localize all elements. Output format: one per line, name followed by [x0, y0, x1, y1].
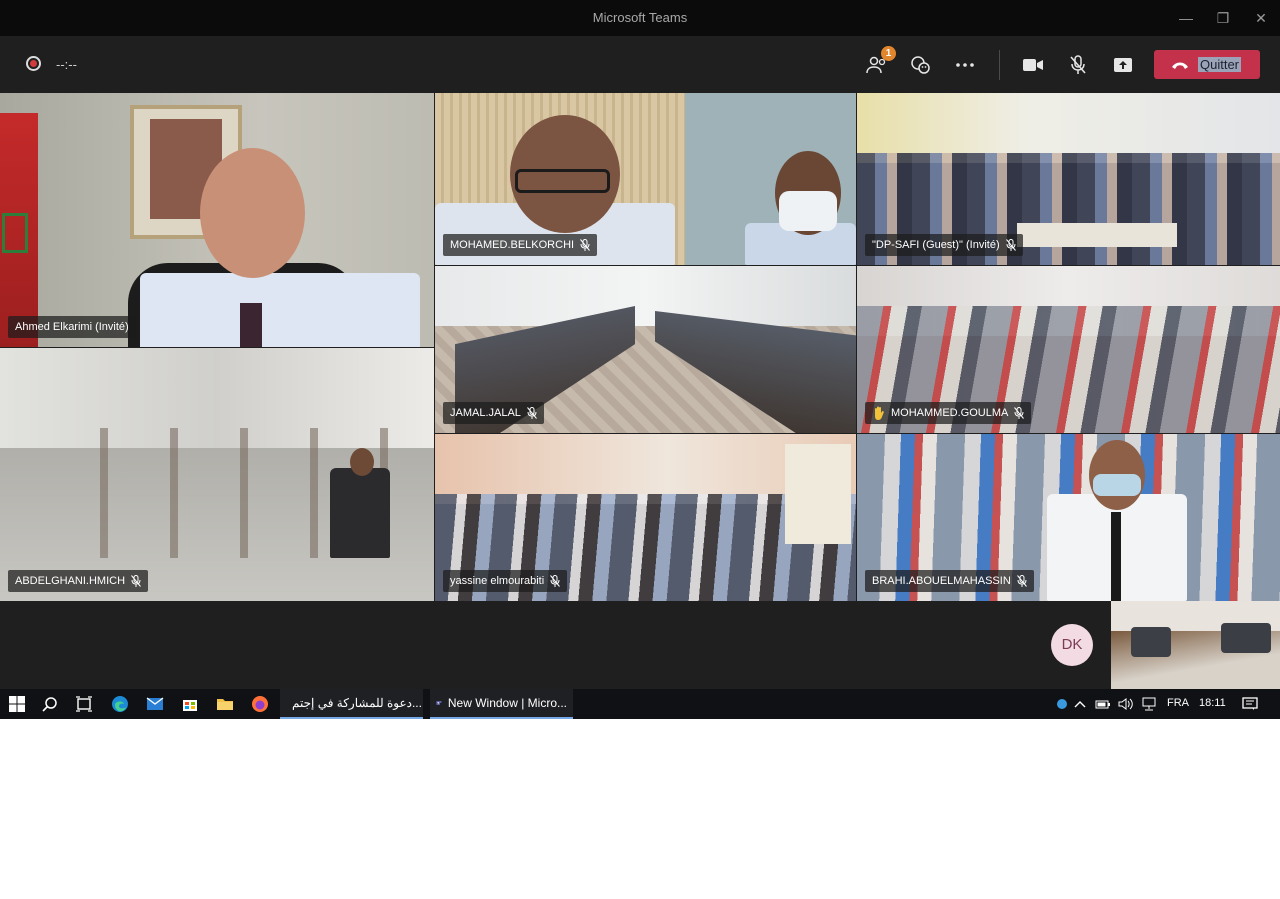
notification-icon — [1242, 697, 1258, 710]
search-icon — [42, 697, 57, 712]
title-bar: Microsoft Teams — ❐ ✕ — [0, 0, 1280, 36]
participant-name-tag: MOHAMED.BELKORCHI — [443, 234, 598, 256]
participant-name: MOHAMED.BELKORCHI — [450, 239, 575, 251]
record-icon — [26, 56, 41, 71]
network-button[interactable] — [1140, 694, 1158, 714]
mail-icon — [146, 697, 164, 710]
edge-button[interactable] — [110, 694, 130, 714]
participants-button[interactable]: 1 — [864, 46, 896, 78]
chevron-up-icon — [1074, 701, 1086, 708]
speaker-icon — [1118, 698, 1133, 710]
taskbar-app-label: دعوة للمشاركة في إجتم... — [292, 696, 422, 710]
firefox-icon — [252, 696, 268, 712]
video-tile[interactable]: MOHAMED.BELKORCHI — [435, 93, 856, 265]
participant-name-tag: BRAHI.ABOUELMAHASSIN — [865, 570, 1034, 592]
mic-muted-icon — [1016, 575, 1027, 587]
leave-meeting-label: Quitter — [1198, 57, 1242, 72]
avatar[interactable]: DK — [1051, 624, 1093, 666]
firefox-button[interactable] — [250, 694, 270, 714]
store-icon — [183, 700, 197, 711]
share-screen-button[interactable] — [1110, 52, 1136, 78]
participant-name: "DP-SAFI (Guest)" (Invité) — [872, 239, 1000, 251]
video-feed — [0, 93, 434, 347]
mic-muted-icon — [550, 575, 561, 587]
more-options-button[interactable] — [952, 52, 978, 78]
hang-up-icon — [1172, 62, 1188, 69]
share-screen-icon — [1114, 58, 1132, 72]
participant-name: BRAHI.ABOUELMAHASSIN — [872, 575, 1011, 587]
participant-name-tag: JAMAL.JALAL — [443, 402, 544, 424]
video-tile[interactable]: "DP-SAFI (Guest)" (Invité) — [857, 93, 1280, 265]
battery-icon — [1095, 700, 1110, 709]
teams-window: Microsoft Teams — ❐ ✕ --:-- 1 Quitter Ah… — [0, 0, 1280, 719]
microphone-button[interactable] — [1065, 52, 1091, 78]
taskbar-app-label: New Window | Micro... — [447, 696, 567, 710]
mic-muted-icon — [1005, 239, 1016, 251]
camera-icon — [1023, 59, 1043, 71]
participant-name-tag: MOHAMMED.GOULMA — [865, 402, 1032, 424]
task-view-button[interactable] — [74, 694, 94, 714]
volume-button[interactable] — [1117, 694, 1135, 714]
mic-muted-icon — [580, 239, 590, 251]
video-tile[interactable]: JAMAL.JALAL — [435, 266, 856, 433]
leave-meeting-button[interactable]: Quitter — [1154, 50, 1260, 79]
network-icon — [1142, 697, 1156, 711]
video-tile[interactable]: ABDELGHANI.HMICH — [0, 348, 434, 601]
participants-count-badge: 1 — [881, 46, 896, 61]
tray-app-button[interactable] — [1054, 694, 1070, 714]
video-tile[interactable]: Ahmed Elkarimi (Invité) — [0, 93, 434, 347]
participant-name-tag: yassine elmourabiti — [443, 570, 568, 592]
participant-name: MOHAMMED.GOULMA — [891, 407, 1009, 419]
participant-name-tag: ABDELGHANI.HMICH — [8, 570, 149, 592]
participant-name: Ahmed Elkarimi (Invité) — [15, 321, 129, 333]
teams-icon — [436, 701, 442, 705]
meeting-control-bar: --:-- 1 Quitter — [0, 36, 1280, 93]
restore-button[interactable]: ❐ — [1208, 6, 1238, 30]
participant-name: JAMAL.JALAL — [450, 407, 521, 419]
toolbar-divider — [999, 50, 1000, 80]
chat-reactions-icon — [911, 56, 930, 74]
start-button[interactable] — [7, 694, 27, 714]
mic-muted-icon — [1070, 55, 1086, 74]
action-center-button[interactable] — [1240, 694, 1260, 714]
video-tile[interactable]: BRAHI.ABOUELMAHASSIN — [857, 434, 1280, 601]
file-explorer-button[interactable] — [215, 694, 235, 714]
video-tile[interactable]: yassine elmourabiti — [435, 434, 856, 601]
close-button[interactable]: ✕ — [1246, 6, 1276, 30]
taskbar-teams-window-2[interactable]: New Window | Micro... — [430, 689, 573, 719]
battery-indicator[interactable] — [1094, 694, 1112, 714]
raised-hand-icon — [875, 406, 884, 420]
window-title: Microsoft Teams — [592, 10, 688, 25]
search-button[interactable] — [40, 694, 60, 714]
tray-app-icon — [1057, 699, 1067, 709]
store-button[interactable] — [180, 694, 200, 714]
windows-logo-icon — [9, 696, 25, 712]
mic-muted-icon — [131, 575, 141, 587]
minimize-button[interactable]: — — [1171, 6, 1201, 30]
taskbar-teams-window-1[interactable]: دعوة للمشاركة في إجتم... — [280, 689, 423, 719]
mail-button[interactable] — [145, 694, 165, 714]
participant-name: yassine elmourabiti — [450, 575, 545, 587]
video-feed — [0, 348, 434, 601]
folder-icon — [217, 699, 233, 710]
participant-name-tag: "DP-SAFI (Guest)" (Invité) — [865, 234, 1023, 256]
edge-browser-icon — [112, 696, 128, 712]
task-view-icon — [76, 696, 92, 712]
clock[interactable]: 18:11 — [1199, 697, 1226, 709]
more-options-icon — [956, 63, 974, 67]
self-video-preview[interactable] — [1111, 601, 1280, 689]
participant-name: ABDELGHANI.HMICH — [15, 575, 126, 587]
meeting-timer: --:-- — [56, 57, 77, 72]
windows-taskbar: دعوة للمشاركة في إجتم... New Window | Mi… — [0, 689, 1280, 719]
mic-muted-icon — [527, 407, 537, 419]
participant-name-tag: Ahmed Elkarimi (Invité) — [8, 316, 136, 338]
reactions-button[interactable] — [908, 52, 934, 78]
camera-button[interactable] — [1020, 52, 1046, 78]
video-tile[interactable]: MOHAMMED.GOULMA — [857, 266, 1280, 433]
mic-muted-icon — [1014, 407, 1025, 419]
input-language-indicator[interactable]: FRA — [1167, 697, 1189, 709]
show-hidden-icons-button[interactable] — [1072, 694, 1088, 714]
